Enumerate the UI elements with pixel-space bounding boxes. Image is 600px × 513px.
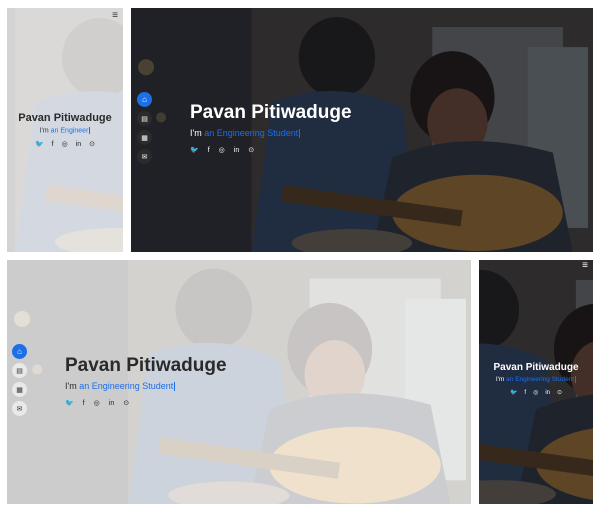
instagram-icon[interactable]: ◎ — [62, 140, 68, 148]
github-icon[interactable]: ⊙ — [557, 389, 562, 396]
menu-toggle-icon[interactable]: ≡ — [112, 10, 118, 21]
twitter-icon[interactable]: 🐦 — [190, 146, 199, 154]
hero-section: Pavan Pitiwaduge I'm an Engineering Stud… — [65, 355, 227, 408]
subtitle-prefix: I'm — [495, 376, 505, 383]
typed-text: an Engineering Student — [79, 380, 174, 391]
nav-about-icon[interactable]: ▤ — [137, 111, 152, 126]
github-icon[interactable]: ⊙ — [123, 399, 129, 407]
hero-subtitle: I'm an Engineering Student — [190, 127, 352, 139]
linkedin-icon[interactable]: in — [545, 390, 550, 396]
social-links: 🐦 f ◎ in ⊙ — [190, 146, 352, 155]
github-icon[interactable]: ⊙ — [89, 140, 95, 148]
social-links: 🐦 f ◎ in ⊙ — [65, 399, 227, 408]
hero-subtitle: I'm an Engineering Student — [479, 376, 593, 383]
nav-contact-icon[interactable]: ✉ — [12, 401, 27, 416]
nav-home-icon[interactable]: ⌂ — [137, 92, 152, 107]
page-title: Pavan Pitiwaduge — [190, 102, 352, 123]
facebook-icon[interactable]: f — [83, 400, 85, 407]
twitter-icon[interactable]: 🐦 — [65, 399, 74, 407]
twitter-icon[interactable]: 🐦 — [35, 140, 44, 148]
typing-cursor — [299, 129, 301, 139]
page-title: Pavan Pitiwaduge — [493, 362, 579, 373]
social-links: 🐦 f ◎ in ⊙ — [7, 140, 123, 149]
typed-text: an Engineering Student — [506, 376, 575, 383]
nav-resume-icon[interactable]: ▦ — [12, 382, 27, 397]
screenshot-desktop-dark: ⌂ ▤ ▦ ✉ Pavan Pitiwaduge I'm an Engineer… — [131, 8, 593, 252]
twitter-icon[interactable]: 🐦 — [510, 389, 517, 396]
hero-section: Pavan Pitiwaduge I'm an Engineering Stud… — [190, 102, 352, 155]
typing-cursor — [89, 127, 91, 135]
facebook-icon[interactable]: f — [208, 147, 210, 154]
typing-cursor — [575, 376, 577, 383]
hero-section: Pavan Pitiwaduge I'm an Engineering Stud… — [479, 362, 593, 396]
subtitle-prefix: I'm — [39, 127, 49, 135]
subtitle-prefix: I'm — [65, 380, 77, 391]
side-nav: ⌂ ▤ ▦ ✉ — [137, 92, 152, 164]
hero-subtitle: I'm an Engineer — [7, 127, 123, 134]
nav-about-icon[interactable]: ▤ — [12, 363, 27, 378]
instagram-icon[interactable]: ◎ — [94, 399, 100, 407]
screenshot-desktop-light: ⌂ ▤ ▦ ✉ Pavan Pitiwaduge I'm an Engineer… — [7, 260, 471, 504]
instagram-icon[interactable]: ◎ — [533, 389, 538, 396]
menu-toggle-icon[interactable]: ≡ — [582, 260, 588, 271]
linkedin-icon[interactable]: in — [234, 147, 239, 154]
hero-section: Pavan Pitiwaduge I'm an Engineer 🐦 f ◎ i… — [7, 112, 123, 148]
instagram-icon[interactable]: ◎ — [219, 146, 225, 154]
github-icon[interactable]: ⊙ — [248, 146, 254, 154]
screenshot-mobile-dark: ≡ Pavan Pitiwaduge I'm an Engineering St… — [479, 260, 593, 504]
screenshot-mobile-top: ≡ Pavan Pitiwaduge I'm an Engineer 🐦 f ◎… — [7, 8, 123, 252]
typed-text: an Engineer — [50, 127, 89, 135]
typing-cursor — [174, 382, 176, 392]
hero-subtitle: I'm an Engineering Student — [65, 380, 227, 392]
page-title: Pavan Pitiwaduge — [18, 112, 112, 124]
social-links: 🐦 f ◎ in ⊙ — [479, 389, 593, 397]
linkedin-icon[interactable]: in — [76, 141, 81, 148]
facebook-icon[interactable]: f — [52, 141, 54, 148]
linkedin-icon[interactable]: in — [109, 400, 114, 407]
nav-contact-icon[interactable]: ✉ — [137, 149, 152, 164]
subtitle-prefix: I'm — [190, 127, 202, 138]
facebook-icon[interactable]: f — [524, 390, 526, 396]
side-nav: ⌂ ▤ ▦ ✉ — [12, 344, 27, 416]
nav-resume-icon[interactable]: ▦ — [137, 130, 152, 145]
typed-text: an Engineering Student — [204, 127, 299, 138]
page-title: Pavan Pitiwaduge — [65, 355, 227, 376]
nav-home-icon[interactable]: ⌂ — [12, 344, 27, 359]
